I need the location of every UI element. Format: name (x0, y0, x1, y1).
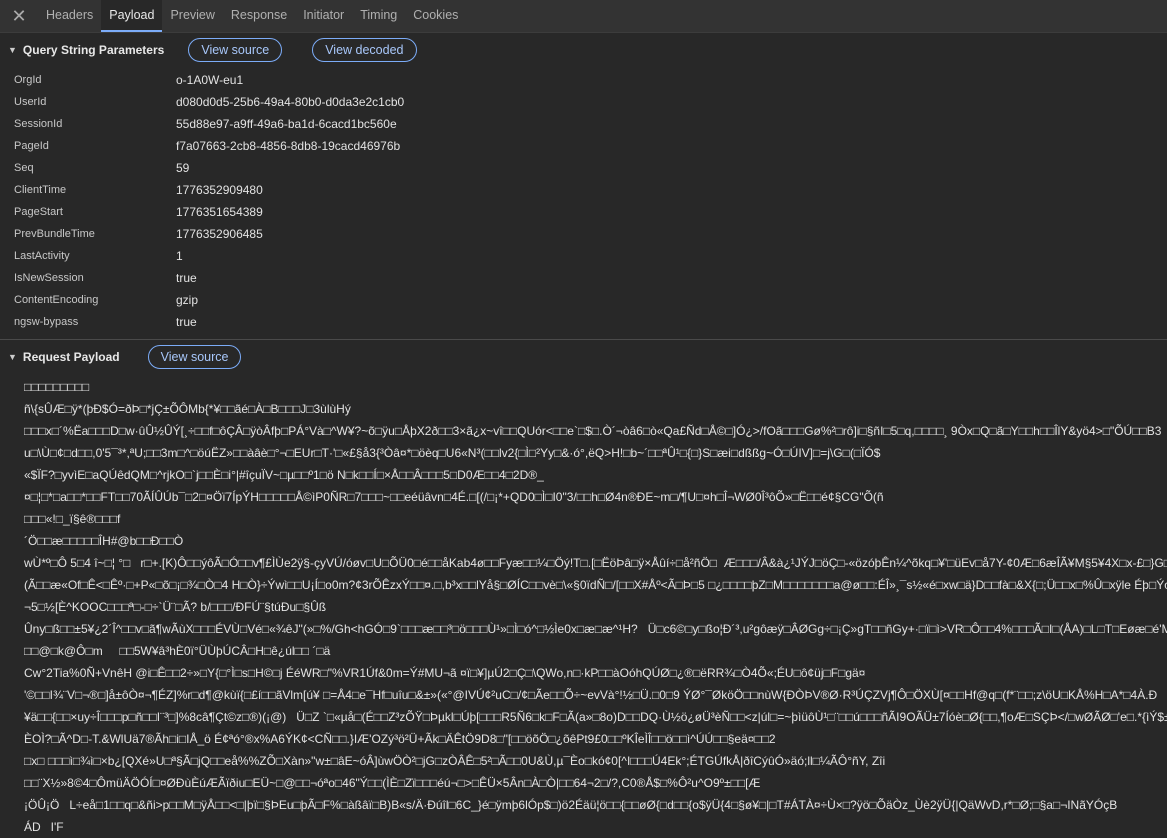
param-key: ngsw-bypass (14, 316, 79, 328)
param-row: PageId f7a07663-2cb8-4856-8db8-19cacd4697… (0, 135, 1167, 157)
param-row: ngsw-bypass true (0, 311, 1167, 333)
param-row: OrgId o-1A0W-eu1 (0, 69, 1167, 91)
param-row: Seq 59 (0, 157, 1167, 179)
tab-payload[interactable]: Payload (101, 0, 163, 32)
tab-cookies[interactable]: Cookies (405, 0, 466, 32)
view-source-button[interactable]: View source (147, 345, 242, 369)
payload-line: □□□«!□_ï§ê®□□□f (24, 512, 121, 526)
param-key: SessionId (14, 118, 63, 130)
tab-initiator[interactable]: Initiator (295, 0, 352, 32)
tab-timing[interactable]: Timing (352, 0, 405, 32)
param-row: LastActivity 1 (0, 245, 1167, 267)
param-key: PageStart (14, 206, 63, 218)
payload-line: «$ÏF?□yvìE□aQÚêdQM□^rjkO□`j□□È□i°|#îçuÏV… (24, 468, 544, 482)
param-key: UserId (14, 96, 47, 108)
param-value: 59 (176, 161, 190, 175)
param-row: ClientTime 1776352909480 (0, 179, 1167, 201)
request-payload-section-header[interactable]: ▼ Request Payload View source (0, 344, 1167, 370)
section-title: Request Payload (22, 350, 120, 364)
payload-line: ¥ä□□{□□×uy÷Î□□□p□ñ□□I¨³□]%8câ¶Çt©z□®)(¡@… (24, 710, 1167, 724)
payload-line: ÈOÌ?□Ã^D□-T.&WlUä7®Ãh□i□IÅ_ö É¢ªó°®x%A6Ý… (24, 732, 776, 746)
view-decoded-button[interactable]: View decoded (312, 38, 417, 62)
param-row: PageStart 1776351654389 (0, 201, 1167, 223)
param-value: 1 (176, 249, 183, 263)
payload-line: ñ\{sÛÆ□ÿ*(þÐ$Ó=ðÞ□*jÇ±ÕÔMb{*¥□□ãé□À□B□□□… (24, 402, 351, 416)
param-key: ContentEncoding (14, 294, 99, 306)
param-value: 1776351654389 (176, 205, 263, 219)
param-value: 1776352906485 (176, 227, 263, 241)
collapse-triangle-icon[interactable]: ▼ (8, 352, 17, 362)
payload-line: Cw°2Tia%0Ñ+VnêH @i□Ê□□2÷»□Y{□°Ì□s□H©□j É… (24, 666, 866, 680)
param-key: IsNewSession (14, 272, 84, 284)
payload-line: (Ã□□æ«Of□Ê<□Êº·□+P«□õ□¡□¾□Ò□4 H□Ò}÷Ýwì□□… (24, 578, 1167, 592)
param-value: gzip (176, 293, 199, 307)
section-title: Query String Parameters (22, 43, 165, 57)
param-value: 55d88e97-a9ff-49a6-ba1d-6cacd1bc560e (176, 117, 397, 131)
query-params-list: OrgId o-1A0W-eu1 UserId d080d0d5-25b6-49a4-… (0, 63, 1167, 333)
tab-response[interactable]: Response (223, 0, 295, 32)
payload-line: wÙ*º□Ô 5□4 î~□¦ °□ r□+.[K)Ô□□ýôÃ□Ó□□v¶£Ì… (24, 556, 1167, 570)
view-source-button[interactable]: View source (188, 38, 283, 62)
close-icon[interactable]: ✕ (0, 0, 38, 32)
payload-line: ¡ÖÛ¡Ö L÷eå□1□□q□&ñi>p□□M□ÿÅ□□<□|þï□§ÞEu□… (24, 798, 1118, 812)
payload-line: □□□x□´%Ëa□□□D□w·ûÛ½ÛÝ[¸÷□□f□ôÇÂ□ÿòÂfþ□PÁ… (24, 424, 1162, 438)
payload-line: Ûny□ß□□±5¥¿2´Î^□□v□ã¶wÃùX□□□ÉVÙ□Vé□«¾êJ"… (24, 622, 1167, 636)
param-key: PrevBundleTime (14, 228, 95, 240)
payload-line: □x□ □□□ì□¾ì□×b¿[QXé»U□ª§Ã□jQ□□eå%%ZÕ□Xàn… (24, 754, 886, 768)
query-string-section-header[interactable]: ▼ Query String Parameters View source Vi… (0, 37, 1167, 63)
param-key: ClientTime (14, 184, 67, 196)
divider (0, 339, 1167, 340)
payload-line: u□\Ù□¢□d□□,0'5¯³*,ªU;□□3m□^□öúËZ»□□àâè□°… (24, 446, 881, 460)
collapse-triangle-icon[interactable]: ▼ (8, 45, 17, 55)
param-key: Seq (14, 162, 34, 174)
param-value: f7a07663-2cb8-4856-8db8-19cacd46976b (176, 139, 401, 153)
param-key: OrgId (14, 74, 42, 86)
tab-headers[interactable]: Headers (38, 0, 101, 32)
param-key: PageId (14, 140, 49, 152)
param-row: PrevBundleTime 1776352906485 (0, 223, 1167, 245)
param-value: true (176, 271, 197, 285)
payload-line: ¬5□½[È^KOOC□□□ª□-□÷`Ü¨□Ã? b/□□□/ÐFÚ¨§túÐ… (24, 600, 327, 614)
param-row: IsNewSession true (0, 267, 1167, 289)
param-value: 1776352909480 (176, 183, 263, 197)
tab-bar: ✕ Headers Payload Preview Response Initiator… (0, 0, 1167, 33)
param-key: LastActivity (14, 250, 70, 262)
payload-line: ÁD I'F (24, 820, 64, 834)
payload-line: □□¨X½»8©4□ÔmüÄÖÓÍ□¤ØÐùÈúÆÃïðiu□EÜ~□@□□¬ó… (24, 776, 761, 790)
tab-preview[interactable]: Preview (162, 0, 222, 32)
param-value: d080d0d5-25b6-49a4-80b0-d0da3e2c1cb0 (176, 95, 405, 109)
param-value: true (176, 315, 197, 329)
payload-line: '©□□I¾¨V□¬®□]å±ôÒ¤¬¶ÉZ]%r□d¶@kùï{□£í□□ãV… (24, 688, 1158, 702)
payload-line: □□@□k@Ô□m □□5W¥â³hÈ0ï°ÜÙþÚCÂ□H□ê¿úl□□ ´□… (24, 644, 331, 658)
param-row: ContentEncoding gzip (0, 289, 1167, 311)
param-row: SessionId 55d88e97-a9ff-49a6-ba1d-6cacd1b… (0, 113, 1167, 135)
param-row: UserId d080d0d5-25b6-49a4-80b0-d0da3e2c1c… (0, 91, 1167, 113)
tabs: Headers Payload Preview Response Initiator Ti… (38, 0, 466, 32)
param-value: o-1A0W-eu1 (176, 73, 244, 87)
payload-line: □□□□□□□□□ (24, 380, 90, 394)
payload-content[interactable]: □□□□□□□□□ ñ\{sÛÆ□ÿ*(þÐ$Ó=ðÞ□*jÇ±ÕÔMb{*¥□□… (0, 370, 1167, 838)
payload-line: ´Ö□□æ□□□□□ÎH#@b□□Ð□□Ò (24, 534, 184, 548)
payload-line: ¤□¦□*□a□□*□□FT□□70ÃÍÛÚb¯□2□¤Öï7ÍpÝH□□□□□… (24, 490, 884, 504)
